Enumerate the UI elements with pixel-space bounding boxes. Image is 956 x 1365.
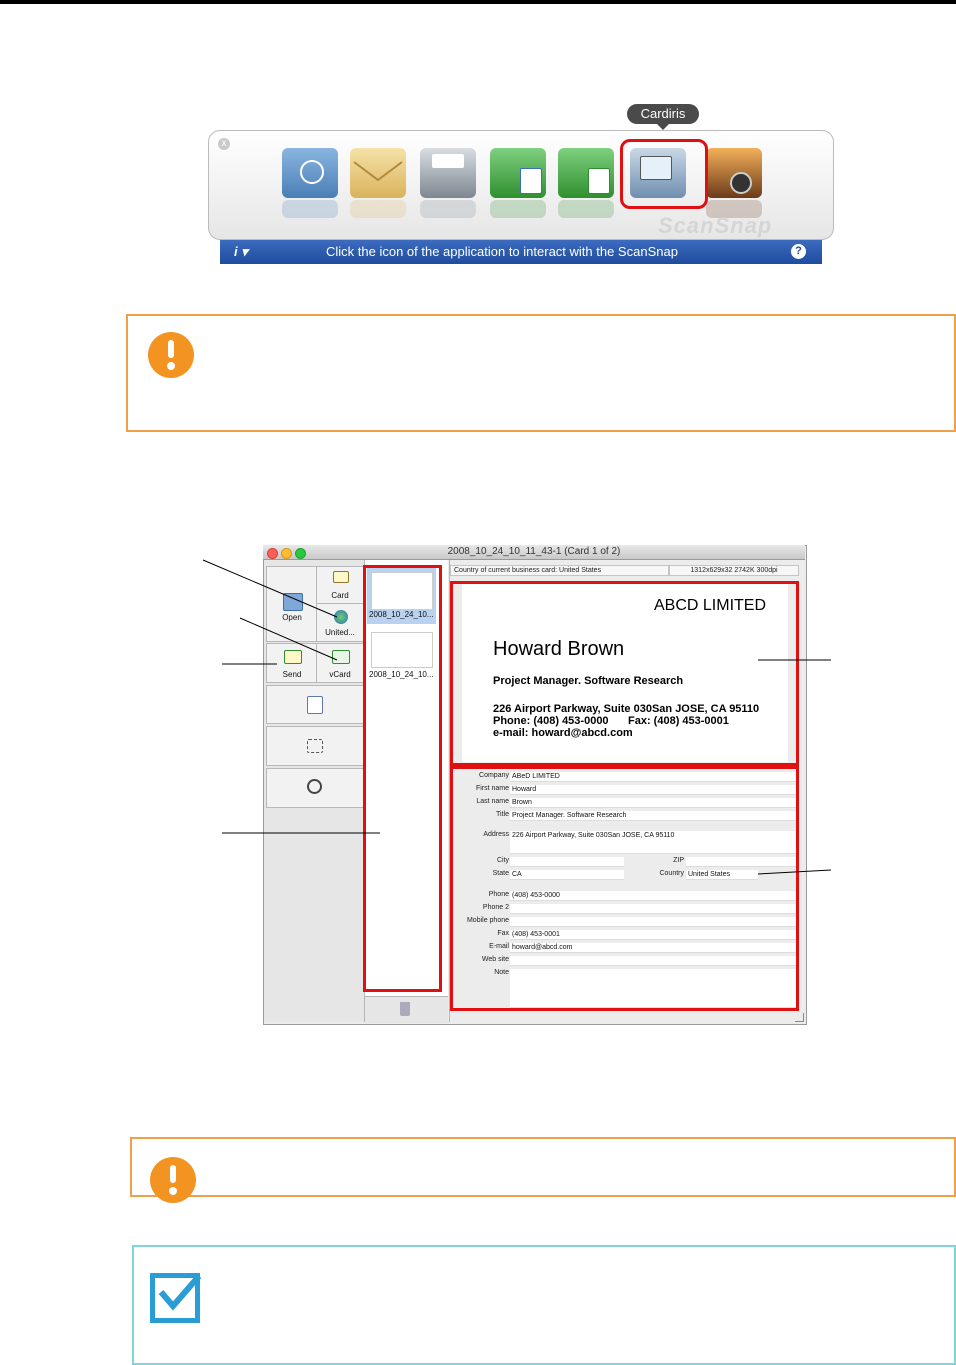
hint-box	[132, 1245, 956, 1365]
attention-icon-2	[150, 1157, 196, 1203]
attention-box-2	[130, 1137, 956, 1197]
callout-country	[202, 559, 338, 618]
hint-check-icon	[150, 1273, 202, 1323]
callout-vcard	[239, 617, 338, 661]
callout-fields	[757, 869, 832, 875]
